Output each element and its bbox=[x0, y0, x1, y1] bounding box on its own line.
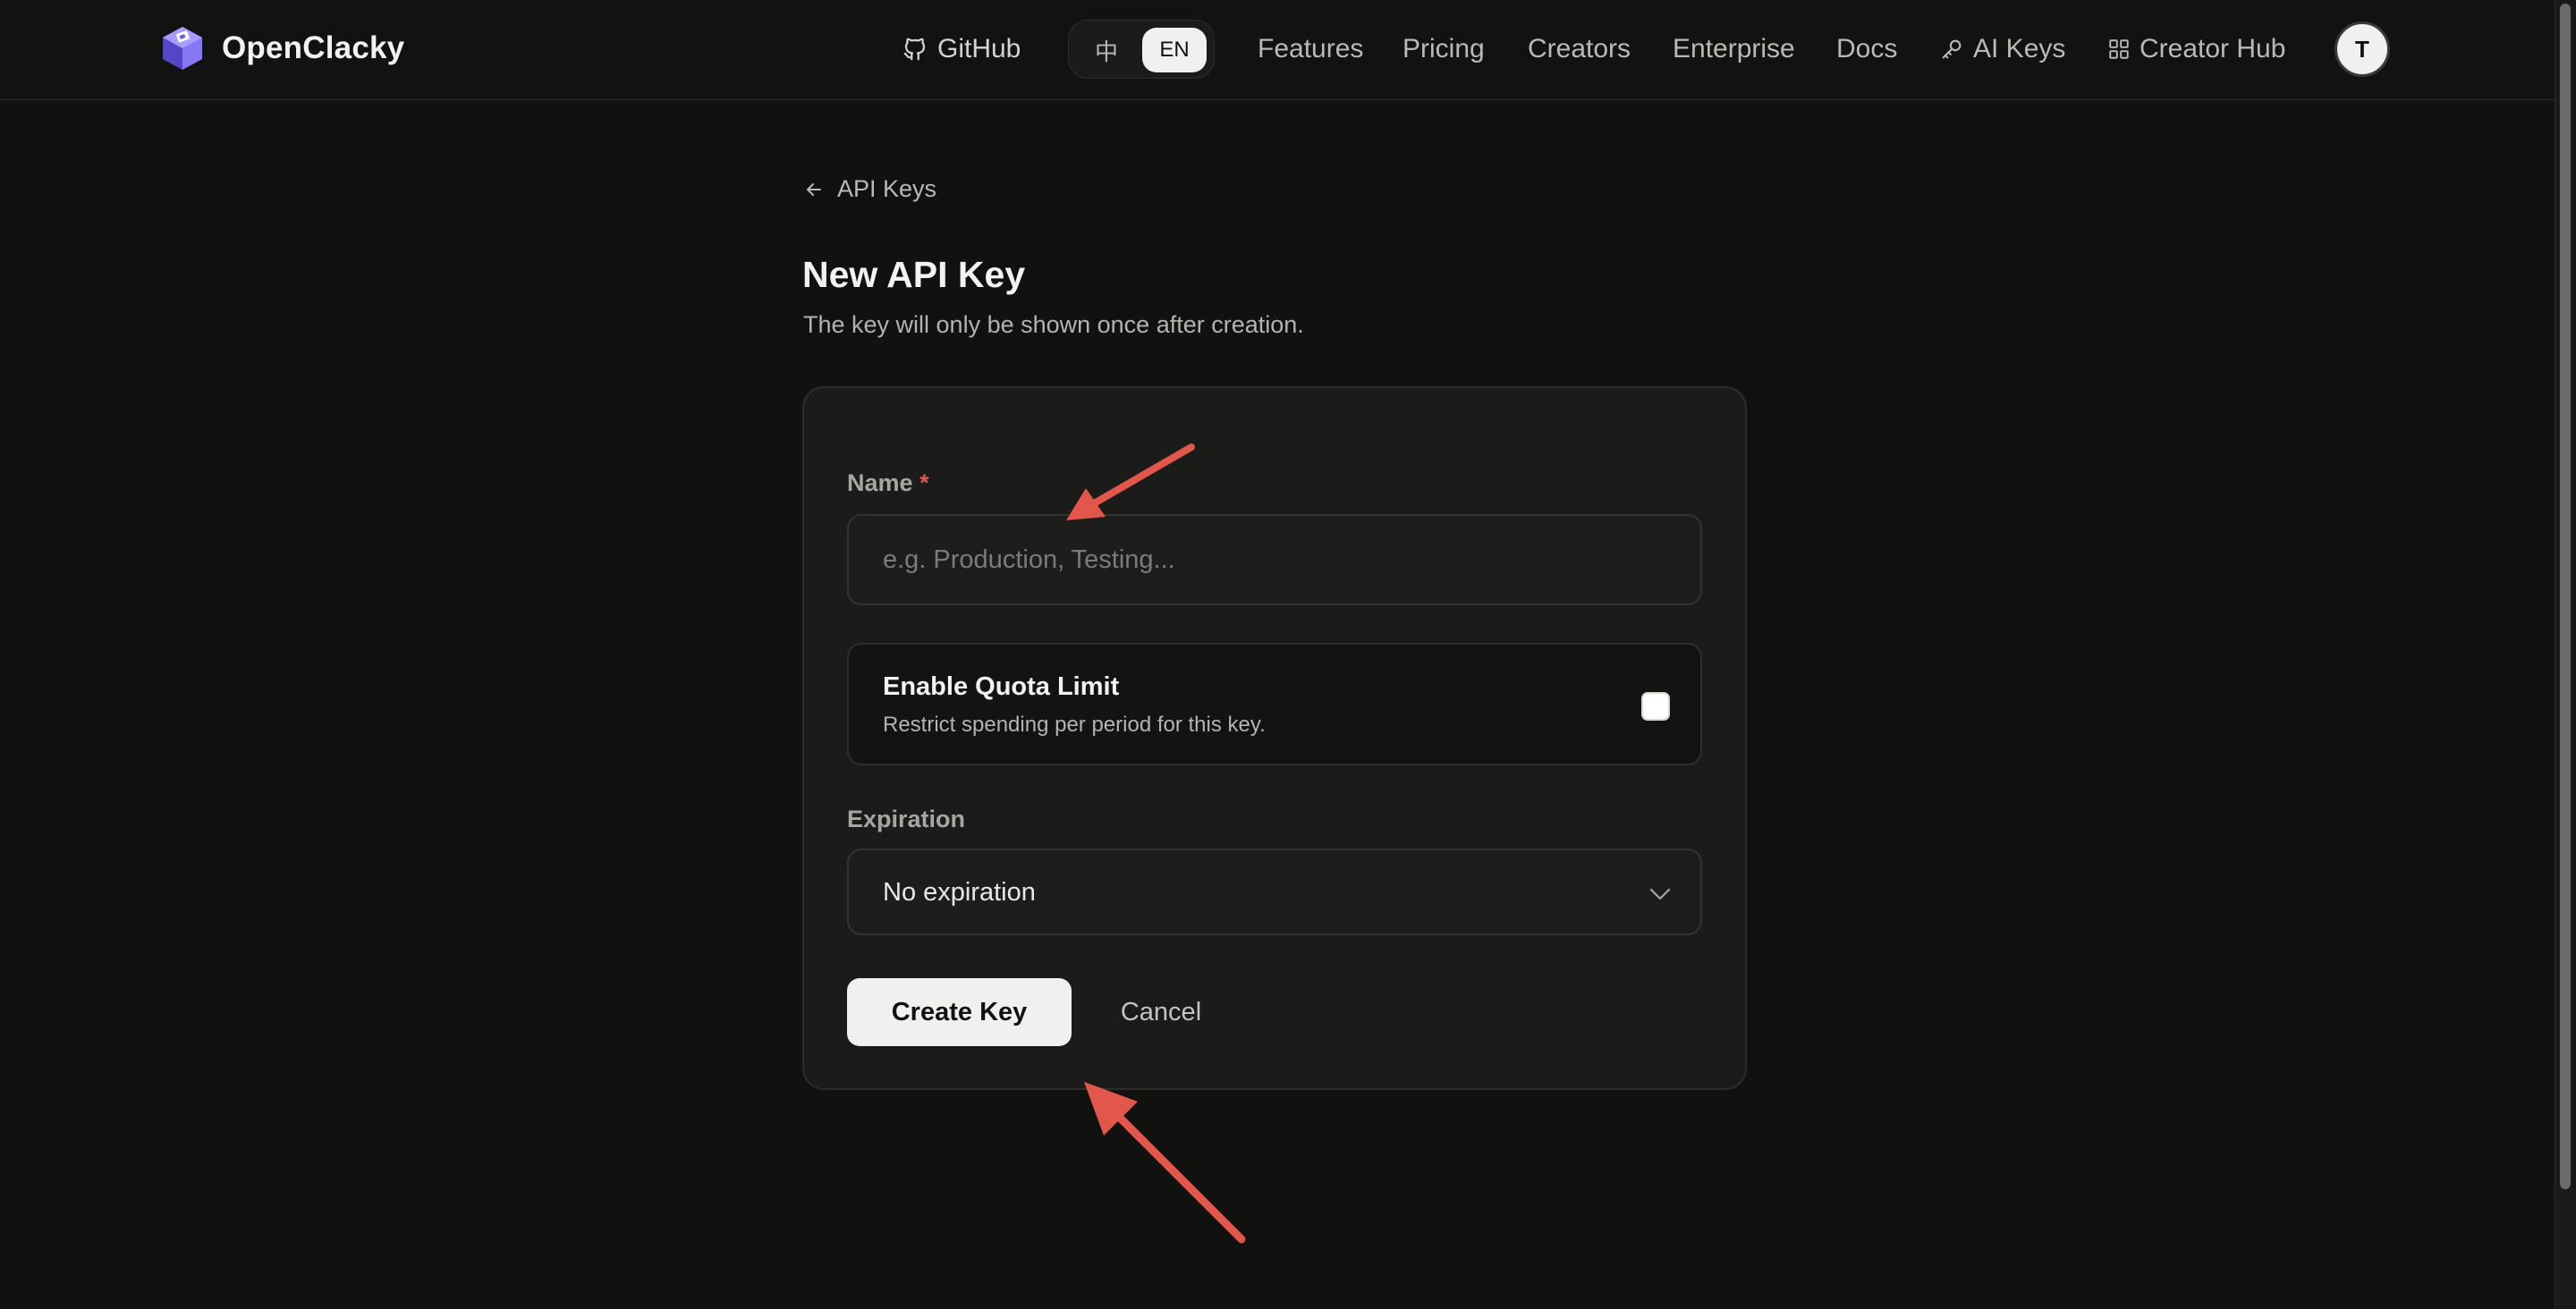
nav-features[interactable]: Features bbox=[1258, 34, 1363, 64]
nav-creator-hub[interactable]: Creator Hub bbox=[2107, 34, 2285, 64]
nav-creator-hub-label: Creator Hub bbox=[2140, 34, 2286, 63]
page-title: New API Key bbox=[802, 254, 1026, 295]
expiration-selected-value: No expiration bbox=[883, 878, 1036, 907]
chevron-down-icon bbox=[1649, 888, 1671, 900]
back-to-api-keys-link[interactable]: API Keys bbox=[803, 175, 936, 203]
scrollbar-thumb[interactable] bbox=[2560, 4, 2571, 1189]
quota-description: Restrict spending per period for this ke… bbox=[883, 713, 1266, 737]
name-input[interactable] bbox=[847, 514, 1702, 605]
brand-name: OpenClacky bbox=[222, 30, 405, 65]
name-label-text: Name bbox=[847, 469, 913, 496]
arrow-left-icon bbox=[807, 182, 821, 196]
cancel-button[interactable]: Cancel bbox=[1088, 978, 1234, 1046]
nav-github[interactable]: GitHub bbox=[902, 34, 1021, 64]
lang-option-en[interactable]: EN bbox=[1142, 28, 1207, 72]
lang-option-zh[interactable]: 中 bbox=[1080, 28, 1133, 72]
name-field-label: Name * bbox=[847, 469, 929, 497]
nav-github-label: GitHub bbox=[937, 34, 1021, 63]
user-avatar[interactable]: T bbox=[2334, 21, 2390, 77]
back-link-label: API Keys bbox=[837, 175, 937, 202]
create-key-button[interactable]: Create Key bbox=[847, 978, 1072, 1046]
language-toggle[interactable]: 中 EN bbox=[1068, 20, 1215, 79]
nav-ai-keys-label: AI Keys bbox=[1973, 34, 2066, 63]
top-nav-bar: OpenClacky GitHub 中 EN Features Pricing … bbox=[0, 0, 2555, 100]
cube-logo-icon bbox=[163, 27, 202, 70]
nav-enterprise[interactable]: Enterprise bbox=[1673, 34, 1795, 64]
quota-title: Enable Quota Limit bbox=[883, 672, 1120, 701]
github-icon bbox=[903, 38, 926, 61]
nav-creators[interactable]: Creators bbox=[1528, 34, 1631, 64]
annotation-arrow-icon bbox=[1084, 1082, 1246, 1244]
key-icon bbox=[1942, 39, 1962, 59]
quota-limit-checkbox[interactable] bbox=[1641, 692, 1670, 721]
nav-ai-keys[interactable]: AI Keys bbox=[1939, 34, 2065, 64]
nav-docs[interactable]: Docs bbox=[1836, 34, 1897, 64]
expiration-select[interactable]: No expiration bbox=[847, 849, 1702, 935]
required-asterisk: * bbox=[919, 469, 929, 496]
quota-limit-option[interactable]: Enable Quota Limit Restrict spending per… bbox=[847, 643, 1702, 765]
grid-icon bbox=[2109, 39, 2129, 59]
nav-pricing[interactable]: Pricing bbox=[1402, 34, 1485, 64]
page-subtitle: The key will only be shown once after cr… bbox=[803, 311, 1304, 338]
brand-logo[interactable]: OpenClacky bbox=[157, 23, 404, 73]
expiration-label: Expiration bbox=[847, 806, 966, 832]
